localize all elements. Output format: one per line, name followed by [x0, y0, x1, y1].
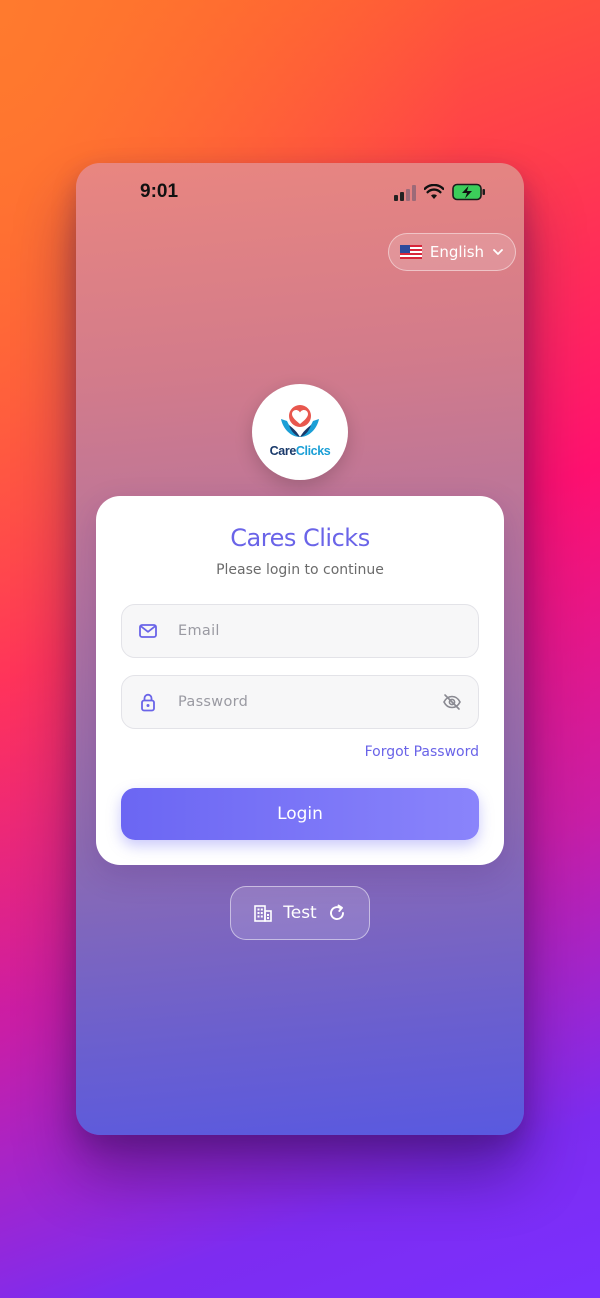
phone-screen: 9:01 English CareClicks Cares Clicks Ple… [76, 163, 524, 1135]
care-hands-heart-icon [281, 404, 319, 437]
language-selector[interactable]: English [388, 233, 516, 271]
logo-text-care: Care [269, 443, 297, 458]
chevron-down-icon [493, 249, 503, 255]
forgot-password-link[interactable]: Forgot Password [365, 744, 479, 760]
login-card: Cares Clicks Please login to continue Fo… [96, 496, 504, 865]
refresh-icon[interactable] [327, 903, 347, 923]
wifi-icon [424, 184, 444, 199]
organization-label: Test [283, 903, 317, 923]
login-subtitle: Please login to continue [216, 562, 384, 578]
language-label: English [429, 243, 485, 261]
eye-off-icon[interactable] [442, 692, 462, 712]
battery-charging-icon [452, 183, 485, 201]
status-time: 9:01 [140, 181, 179, 202]
password-input[interactable] [178, 676, 442, 728]
logo-wordmark: CareClicks [270, 444, 331, 458]
building-icon [254, 905, 273, 922]
logo-text-clicks: Clicks [295, 443, 331, 458]
mail-icon [139, 624, 157, 638]
email-field[interactable] [121, 604, 479, 658]
login-title: Cares Clicks [230, 524, 370, 552]
cellular-signal-icon [394, 185, 416, 201]
app-logo: CareClicks [252, 384, 348, 480]
us-flag-icon [399, 245, 422, 259]
email-input[interactable] [178, 605, 478, 657]
organization-button[interactable]: Test [230, 886, 370, 940]
password-field[interactable] [121, 675, 479, 729]
login-button[interactable]: Login [121, 788, 479, 840]
lock-icon [141, 693, 155, 712]
